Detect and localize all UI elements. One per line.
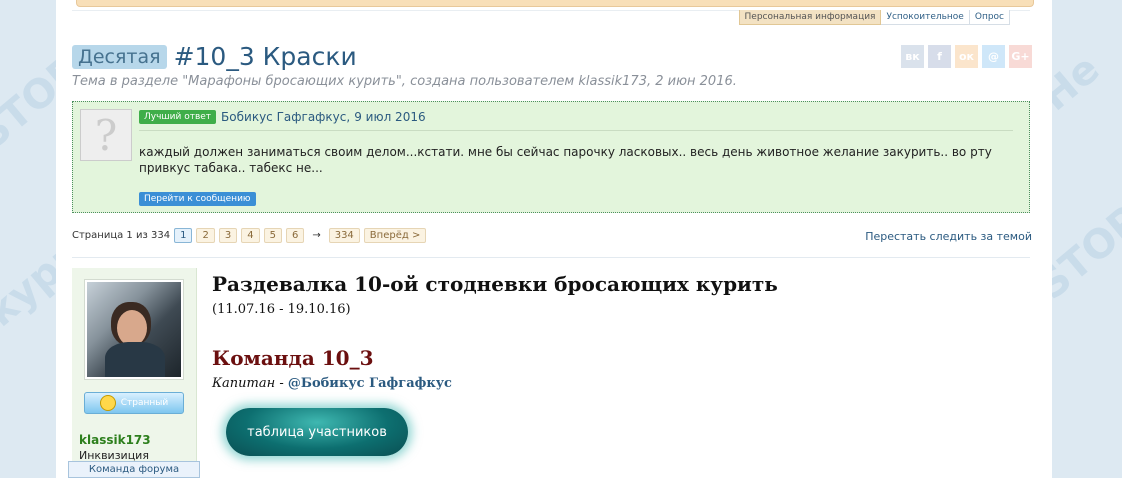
vk-icon[interactable]: вк xyxy=(901,45,924,68)
default-avatar-icon[interactable]: ? xyxy=(80,109,132,161)
avatar-body-shape xyxy=(105,342,165,377)
tab-calming[interactable]: Успокоительное xyxy=(881,10,970,25)
moimir-icon[interactable]: @ xyxy=(982,45,1005,68)
page-link-5[interactable]: 5 xyxy=(263,228,282,243)
odnoklassniki-icon[interactable]: ок xyxy=(955,45,978,68)
page-container: Персональная информация Успокоительное О… xyxy=(56,0,1052,478)
avatar-face-shape xyxy=(117,310,147,346)
avatar[interactable] xyxy=(84,279,184,380)
page-title: #10_3 Краски xyxy=(173,42,357,71)
thread-meta: Тема в разделе "Марафоны бросающих курит… xyxy=(72,74,737,89)
best-answer-header: Лучший ответ Бобикус Гафгафкус , 9 июл 2… xyxy=(139,110,426,124)
captain-line: Капитан - @Бобикус Гафгафкус xyxy=(212,376,452,391)
captain-role: Капитан - xyxy=(212,376,288,391)
top-header-bar xyxy=(76,0,1034,7)
facebook-icon[interactable]: f xyxy=(928,45,951,68)
best-answer-text: каждый должен заниматься своим делом...к… xyxy=(139,145,992,175)
page-link-1[interactable]: 1 xyxy=(174,228,193,243)
user-tabs: Персональная информация Успокоительное О… xyxy=(738,10,1010,25)
next-page-button[interactable]: Вперёд > xyxy=(363,228,427,243)
page-jump-icon[interactable]: → xyxy=(312,230,320,241)
team-forum-tab[interactable]: Команда форума xyxy=(68,461,200,478)
user-title-label: Странный xyxy=(120,398,169,408)
thread-prefix[interactable]: Десятая xyxy=(72,44,167,69)
captain-mention-link[interactable]: @Бобикус Гафгафкус xyxy=(288,376,452,391)
page-link-6[interactable]: 6 xyxy=(285,228,305,243)
tab-poll[interactable]: Опрос xyxy=(969,10,1010,25)
pagination: Страница 1 из 334 1 2 3 4 5 6 → 334 Впер… xyxy=(72,228,430,243)
tab-personal-info[interactable]: Персональная информация xyxy=(738,10,882,25)
divider xyxy=(139,130,1013,131)
go-to-message-button[interactable]: Перейти к сообщению xyxy=(139,192,256,206)
smiley-icon xyxy=(99,395,116,411)
separator: , xyxy=(346,110,351,124)
best-answer-badge: Лучший ответ xyxy=(139,110,217,124)
post-author-sidebar: Странный klassik173 Инквизиция xyxy=(72,268,197,478)
best-answer-username[interactable]: Бобикус Гафгафкус xyxy=(221,110,346,124)
author-username[interactable]: klassik173 xyxy=(79,433,151,447)
share-buttons: вк f ок @ G+ xyxy=(901,45,1032,68)
unwatch-thread-link[interactable]: Перестать следить за темой xyxy=(865,230,1032,243)
googleplus-icon[interactable]: G+ xyxy=(1009,45,1032,68)
participants-table-button[interactable]: таблица участников xyxy=(226,408,408,456)
page-link-2[interactable]: 2 xyxy=(196,228,215,243)
page-link-last[interactable]: 334 xyxy=(328,228,360,243)
best-answer-date[interactable]: 9 июл 2016 xyxy=(354,110,425,124)
thread-title-row: Десятая #10_3 Краски xyxy=(72,42,357,71)
post-heading: Раздевалка 10-ой стодневки бросающих кур… xyxy=(212,272,778,296)
page-count-label: Страница 1 из 334 xyxy=(72,230,171,241)
best-answer-box: ? Лучший ответ Бобикус Гафгафкус , 9 июл… xyxy=(72,101,1030,213)
post-dates: (11.07.16 - 19.10.16) xyxy=(212,302,351,317)
team-heading: Команда 10_3 xyxy=(212,346,374,370)
page-link-3[interactable]: 3 xyxy=(218,228,238,243)
page-link-4[interactable]: 4 xyxy=(241,228,260,243)
user-title-badge: Странный xyxy=(84,392,184,414)
avatar-image xyxy=(87,282,181,377)
divider xyxy=(72,257,1030,258)
